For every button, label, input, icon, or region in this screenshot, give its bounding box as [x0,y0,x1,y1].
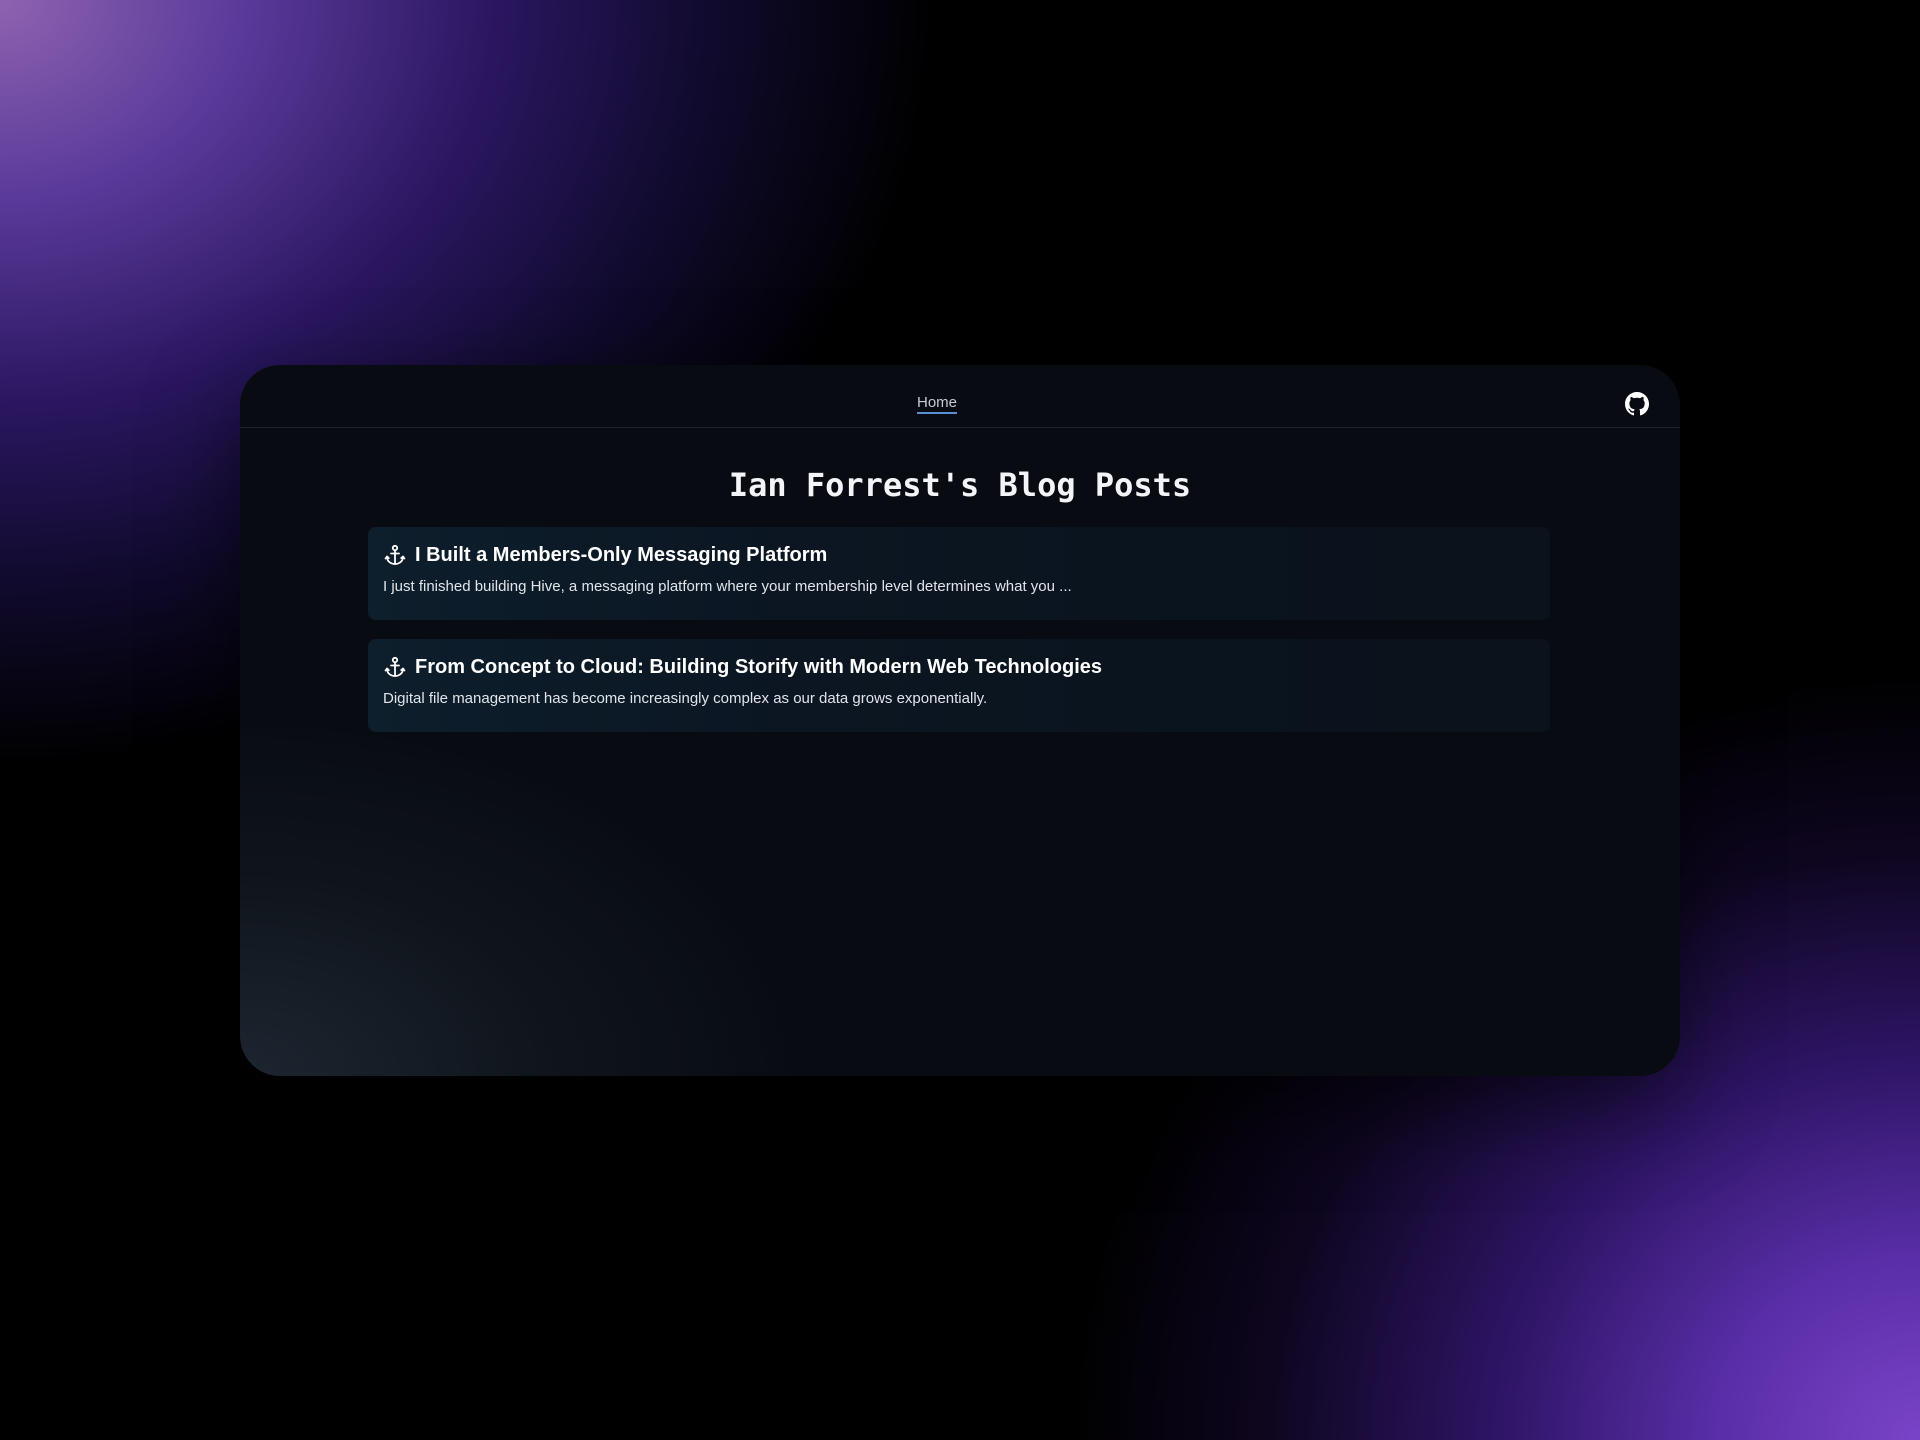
anchor-icon [383,543,407,567]
post-excerpt: Digital file management has become incre… [383,690,988,707]
browser-window: Home Ian Forrest's Blog Posts I Built a … [240,365,1680,1076]
post-header: From Concept to Cloud: Building Storify … [383,653,1535,681]
anchor-icon [383,655,407,679]
post-header: I Built a Members-Only Messaging Platfor… [383,541,1535,569]
post-card[interactable]: I Built a Members-Only Messaging Platfor… [368,527,1550,620]
post-excerpt: I just finished building Hive, a messagi… [383,578,1072,595]
post-card[interactable]: From Concept to Cloud: Building Storify … [368,639,1550,732]
post-list: I Built a Members-Only Messaging Platfor… [368,527,1550,751]
post-title[interactable]: I Built a Members-Only Messaging Platfor… [415,541,827,569]
navbar: Home [240,365,1680,428]
github-icon[interactable] [1625,392,1649,416]
post-title[interactable]: From Concept to Cloud: Building Storify … [415,653,1102,681]
nav-home-link[interactable]: Home [917,395,958,414]
page-title: Ian Forrest's Blog Posts [728,466,1192,504]
